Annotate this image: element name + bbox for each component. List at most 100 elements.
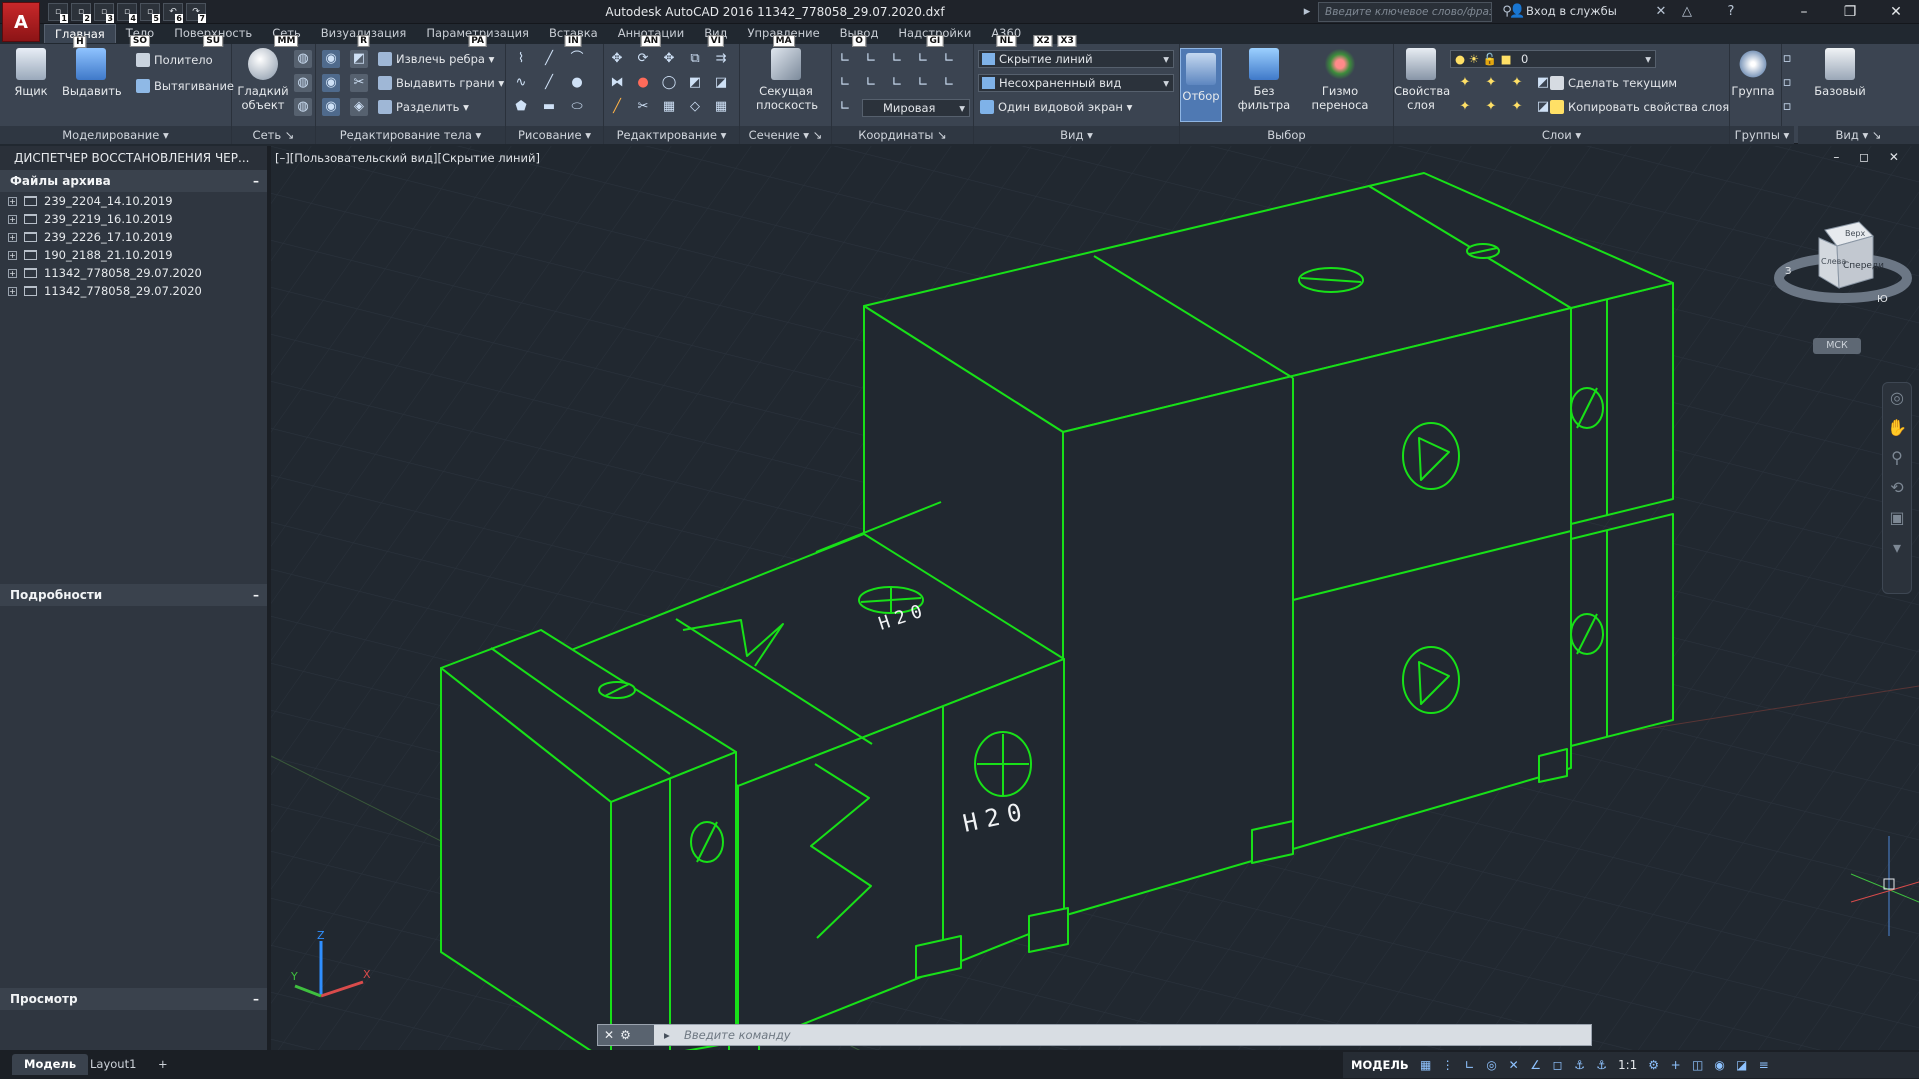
annotation-visibility-icon[interactable]: ⚓: [1571, 1056, 1589, 1074]
customize-status-icon[interactable]: ≡: [1755, 1056, 1773, 1074]
object-snap-tracking-icon[interactable]: ∠: [1527, 1056, 1545, 1074]
zoom-icon[interactable]: ⚲: [1883, 443, 1911, 473]
qat-saveas-button[interactable]: ▫ 4: [117, 3, 137, 23]
ribbon-tab-3[interactable]: Сеть MM: [262, 24, 311, 47]
ribbon-tab-12[interactable]: A360 NL: [981, 24, 1031, 47]
model-scene[interactable]: H20 H20 Z X Y: [271, 146, 1919, 1050]
viewport-config-button[interactable]: Один видовой экран ▾: [978, 97, 1132, 117]
ribbon-tab-0[interactable]: Главная H: [44, 24, 116, 48]
add-layout-button[interactable]: +: [146, 1054, 180, 1075]
smooth-object-button[interactable]: Гладкий объект: [234, 48, 292, 112]
base-view-button[interactable]: Базовый: [1802, 48, 1878, 98]
ribbon-tab-7[interactable]: Аннотации AN: [608, 24, 694, 47]
customize-icon[interactable]: ⚙: [620, 1028, 637, 1042]
ribbon-tab-9[interactable]: Управление MA: [738, 24, 830, 47]
polar-icon[interactable]: ◎: [1483, 1056, 1501, 1074]
line-icon[interactable]: ╱: [540, 50, 558, 68]
model-space-button[interactable]: МОДЕЛЬ: [1343, 1058, 1417, 1072]
ribbon-tab-2[interactable]: Поверхность SU: [164, 24, 262, 47]
close-button[interactable]: ✕: [1873, 0, 1919, 24]
mirror-icon[interactable]: ⧓: [608, 74, 626, 92]
ribbon-tab-14[interactable]: X3: [1055, 24, 1079, 47]
sign-in-button[interactable]: Вход в службы: [1526, 4, 1617, 18]
ortho-icon[interactable]: ∟: [1461, 1056, 1479, 1074]
archive-file-item[interactable]: +239_2204_14.10.2019: [0, 192, 267, 210]
archive-file-item[interactable]: +190_2188_21.10.2019: [0, 246, 267, 264]
orbit-icon[interactable]: ⟲: [1883, 473, 1911, 503]
extract-edges-button[interactable]: Извлечь ребра ▾: [376, 49, 494, 69]
snap-icon[interactable]: ⋮: [1439, 1056, 1457, 1074]
match-layer-button[interactable]: Копировать свойства слоя: [1548, 97, 1729, 117]
polygon-icon[interactable]: ⬟: [512, 98, 530, 116]
ribbon-tab-6[interactable]: Вставка IN: [539, 24, 608, 47]
spline-icon[interactable]: ∿: [512, 74, 530, 92]
add-icon[interactable]: +: [1667, 1056, 1685, 1074]
panel-title-selection[interactable]: Выбор: [1180, 126, 1393, 144]
ellipse-icon[interactable]: ⬭: [568, 98, 586, 116]
chamfer-icon[interactable]: ◇: [686, 98, 704, 116]
panel-title-solid-edit[interactable]: Редактирование тела ▾: [316, 126, 505, 144]
navbar-menu-icon[interactable]: ▾: [1883, 533, 1911, 563]
stretch-icon[interactable]: ◪: [712, 74, 730, 92]
expand-icon[interactable]: +: [8, 215, 17, 224]
polyline-icon[interactable]: ⌇: [512, 50, 530, 68]
ribbon-tab-11[interactable]: Надстройки GI: [888, 24, 981, 47]
layer-thaw-icon[interactable]: ✦: [1508, 98, 1526, 116]
polysolid-button[interactable]: Политело: [134, 50, 213, 70]
layer-on-icon[interactable]: ✦: [1456, 98, 1474, 116]
rotate-icon[interactable]: ⟳: [634, 50, 652, 68]
object-snap-icon[interactable]: ◻: [1549, 1056, 1567, 1074]
qat-save-button[interactable]: ▫ 3: [94, 3, 114, 23]
gizmo-move-icon[interactable]: ✥: [660, 50, 678, 68]
ribbon-tab-13[interactable]: X2: [1031, 24, 1055, 47]
union-icon[interactable]: ◉: [322, 50, 340, 68]
ucs-face-icon[interactable]: ∟: [888, 74, 906, 92]
qat-undo-button[interactable]: ↶ 6: [163, 3, 183, 23]
minimize-button[interactable]: –: [1781, 0, 1827, 24]
panel-title-coordinates[interactable]: Координаты ↘: [832, 126, 973, 144]
ucs-named-icon[interactable]: ∟: [836, 98, 854, 116]
qat-new-button[interactable]: ▫ 1: [48, 3, 68, 23]
isolate-icon[interactable]: ◉: [1711, 1056, 1729, 1074]
culling-button[interactable]: Отбор: [1180, 48, 1222, 122]
viewcube[interactable]: Верх Слева Спереди Ю З: [1773, 208, 1913, 318]
details-header[interactable]: Подробности –: [0, 584, 267, 606]
pan-icon[interactable]: ✋: [1883, 413, 1911, 443]
archive-file-item[interactable]: +11342_778058_29.07.2020: [0, 282, 267, 300]
arc-icon[interactable]: ⌒: [568, 50, 586, 68]
group-edit-icon[interactable]: ▫: [1780, 50, 1794, 68]
isodraft-icon[interactable]: ✕: [1505, 1056, 1523, 1074]
ucs-view-icon[interactable]: ∟: [836, 74, 854, 92]
3dpoly-icon[interactable]: ╱: [540, 74, 558, 92]
restore-button[interactable]: ❐: [1827, 0, 1873, 24]
panel-title-modify[interactable]: Редактирование ▾: [604, 126, 739, 144]
trim-icon[interactable]: ✂: [634, 98, 652, 116]
group-button[interactable]: Группа: [1730, 48, 1776, 98]
scale-icon[interactable]: ◩: [686, 74, 704, 92]
offset-icon[interactable]: ◯: [660, 74, 678, 92]
copy-icon[interactable]: ⧉: [686, 50, 704, 68]
layer-combo[interactable]: ● ☀ 🔓 ■ 0: [1450, 50, 1656, 68]
hardware-acceleration-icon[interactable]: ◪: [1733, 1056, 1751, 1074]
annotation-scale[interactable]: 1:1: [1615, 1056, 1641, 1074]
extrude-button[interactable]: Выдавить: [62, 48, 122, 98]
ucs-world-icon[interactable]: ∟: [862, 50, 880, 68]
fillet-icon[interactable]: ╱: [608, 98, 626, 116]
mesh-crease-icon[interactable]: ◍: [294, 98, 312, 116]
panel-title-section[interactable]: Сечение ▾ ↘: [740, 126, 831, 144]
array-icon[interactable]: ▦: [660, 98, 678, 116]
expand-icon[interactable]: +: [8, 287, 17, 296]
group-select-icon[interactable]: ▫: [1780, 98, 1794, 116]
application-menu-button[interactable]: A: [2, 2, 40, 42]
rect-array-icon[interactable]: ▦: [712, 98, 730, 116]
layer-properties-button[interactable]: Свойства слоя: [1394, 48, 1450, 112]
gizmo-button[interactable]: Гизмо переноса: [1304, 48, 1376, 112]
separate-button[interactable]: Разделить ▾: [376, 97, 469, 117]
visual-style-combo[interactable]: Скрытие линий: [978, 50, 1174, 68]
viewport-label[interactable]: [–][Пользовательский вид][Скрытие линий]: [275, 151, 540, 165]
autoscale-icon[interactable]: ⚓: [1593, 1056, 1611, 1074]
panel-title-view2[interactable]: Вид ▾ ↘: [1798, 126, 1919, 144]
ucs-object-icon[interactable]: ∟: [862, 74, 880, 92]
expand-icon[interactable]: +: [8, 269, 17, 278]
rectangle-icon[interactable]: ▬: [540, 98, 558, 116]
